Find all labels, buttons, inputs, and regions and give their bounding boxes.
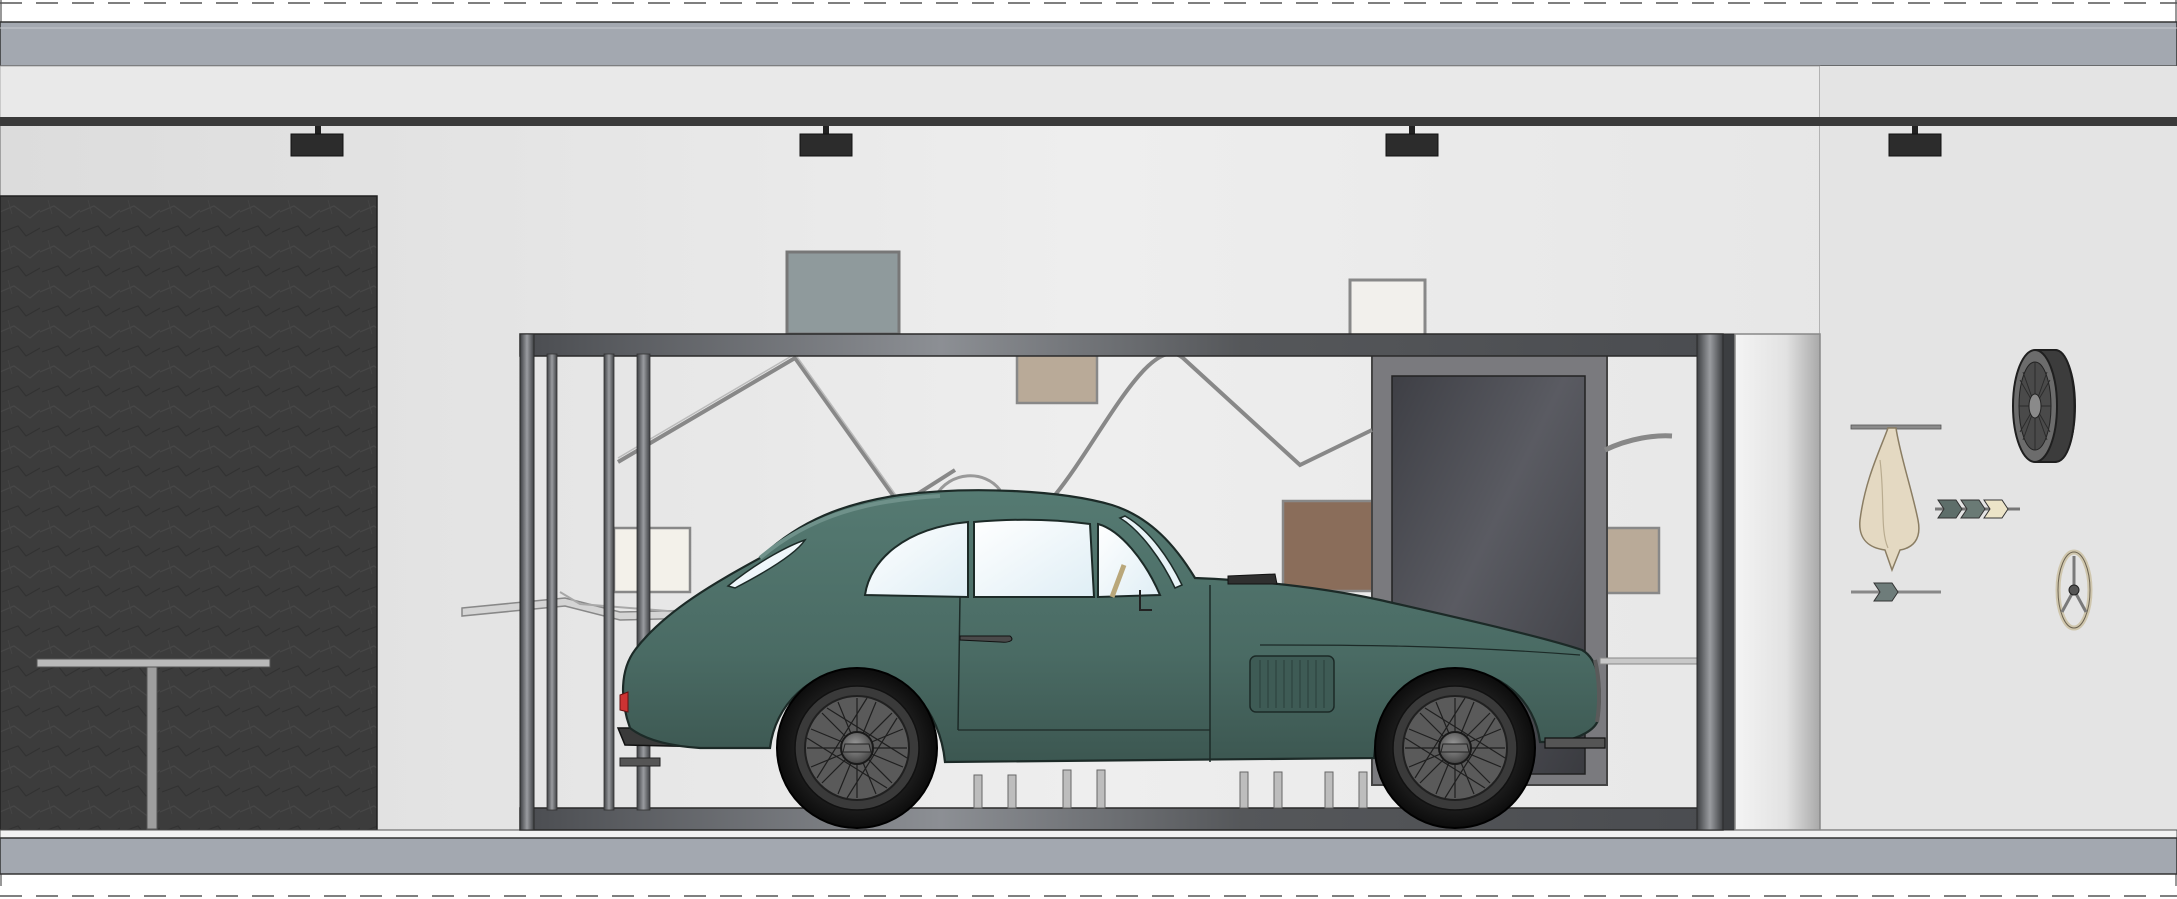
soffit [0, 65, 1821, 119]
frame-post-inner-a [603, 353, 615, 811]
hood-scoop [1227, 573, 1278, 585]
elevation-svg [0, 0, 2177, 899]
floor-band [0, 837, 2177, 875]
frame-post-left [519, 333, 535, 831]
frame-top-beam [519, 333, 1724, 357]
display-column [1734, 333, 1821, 831]
tail-light [619, 691, 629, 713]
front-bumper [1544, 737, 1606, 749]
right-shelf [1599, 657, 1698, 665]
right-wall-section [1820, 66, 2177, 830]
frame-post-right [1696, 333, 1724, 831]
wire-wheel-rim [2012, 349, 2076, 463]
frame-post-left-inner [546, 353, 558, 811]
artwork-taupe [1015, 353, 1099, 405]
frame-bottom-beam [519, 807, 1724, 831]
artwork-cream [612, 526, 692, 594]
artwork-taupe-right [1601, 526, 1661, 595]
frame-post-right-outer [1722, 333, 1736, 831]
exhaust-pipe [619, 757, 661, 767]
artwork-brown [1281, 499, 1375, 593]
rear-wheel [776, 667, 938, 829]
artwork-white-small [1348, 278, 1427, 338]
front-side-window [973, 518, 1096, 598]
front-wheel [1374, 667, 1536, 829]
ceiling-band [0, 21, 2177, 67]
lighting-track-rail [0, 117, 2177, 126]
slate-panel-shade [0, 196, 377, 830]
artwork-grey-panel [785, 250, 901, 336]
exhibit-elevation-drawing [0, 0, 2177, 899]
floor-edge [0, 829, 2177, 839]
